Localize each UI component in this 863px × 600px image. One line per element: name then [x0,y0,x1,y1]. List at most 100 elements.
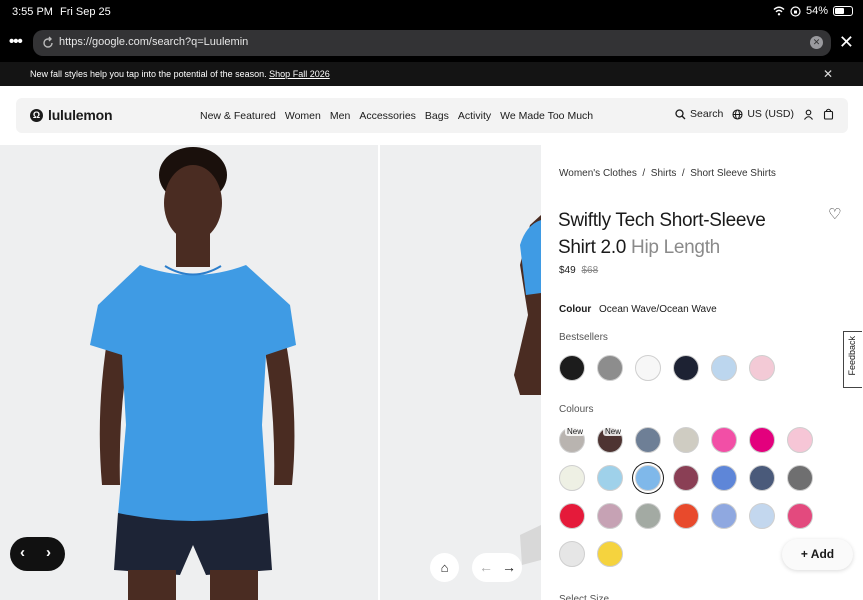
nav-utilities: Search US (USD) [675,108,834,120]
nav-item-new-featured[interactable]: New & Featured [200,110,276,122]
nav-item-activity[interactable]: Activity [458,110,491,122]
battery-percent: 54% [805,5,828,17]
new-badge: New [603,427,624,436]
new-badge: New [565,427,586,436]
promo-link[interactable]: Shop Fall 2026 [269,69,330,79]
currency-label: US (USD) [747,108,794,120]
colour-swatch-1-3[interactable] [635,427,661,453]
colour-swatch-4-2[interactable] [597,541,623,567]
colour-swatch-2-3[interactable] [635,465,661,491]
bestseller-swatch-2[interactable] [597,355,623,381]
hanger-icon[interactable]: ⌂ [430,553,459,582]
colour-swatch-2-1[interactable] [559,465,585,491]
image-carousel-nav: ‹ › [10,537,65,571]
colour-swatch-2-6[interactable] [749,465,775,491]
breadcrumb-short-sleeve-shirts[interactable]: Short Sleeve Shirts [690,168,776,179]
bestsellers-label: Bestsellers [559,332,608,343]
site-header: Ω lululemon New & Featured Women Men Acc… [0,86,863,144]
product-image-side[interactable] [380,145,541,600]
bestseller-swatch-3[interactable] [635,355,661,381]
status-indicators: 54% [773,5,853,17]
breadcrumb: Women's Clothes / Shirts / Short Sleeve … [559,168,776,179]
add-button[interactable]: + Add [782,539,853,570]
colour-swatch-2-4[interactable] [673,465,699,491]
nav-item-we-made-too-much[interactable]: We Made Too Much [500,110,593,122]
browser-toolbar: ••• https://google.com/search?q=Luulemin… [0,26,863,62]
search-label: Search [690,108,724,120]
nav-item-accessories[interactable]: Accessories [359,110,416,122]
globe-icon [732,108,743,120]
current-price: $49 [559,265,576,276]
colour-swatch-1-2[interactable]: New [597,427,624,453]
colour-swatch-3-3[interactable] [635,503,661,529]
breadcrumb-womens-clothes[interactable]: Women's Clothes [559,168,637,179]
nav-item-bags[interactable]: Bags [425,110,449,122]
main-nav: Ω lululemon New & Featured Women Men Acc… [16,98,848,133]
price: $49 $68 [559,265,598,276]
add-label: Add [810,547,835,561]
currency-selector[interactable]: US (USD) [732,108,794,120]
logo-mark-icon: Ω [30,108,43,122]
colour-swatch-3-2[interactable] [597,503,623,529]
next-image-button[interactable]: › [46,544,51,561]
feedback-tab[interactable]: Feedback [843,331,862,388]
colour-swatch-2-2[interactable] [597,465,623,491]
product-image-front[interactable] [0,145,378,600]
colour-swatch-4-1[interactable] [559,541,585,567]
model-illustration [90,147,296,600]
reload-icon[interactable] [41,36,55,50]
colour-swatch-1-4[interactable] [673,427,699,453]
ellipsis-icon[interactable]: ••• [9,33,23,50]
colours-label: Colours [559,404,594,415]
promo-banner: New fall styles help you tap into the po… [0,62,863,86]
product-title: Swiftly Tech Short-Sleeve Shirt 2.0 Hip … [558,207,808,261]
colour-swatch-2-7[interactable] [787,465,813,491]
size-label: Select Size [559,594,610,600]
breadcrumb-shirts[interactable]: Shirts [651,168,677,179]
search-icon [675,108,686,119]
url-text[interactable]: https://google.com/search?q=Luulemin [59,36,248,48]
colour-label: Colour [559,304,592,315]
colour-swatch-3-5[interactable] [711,503,737,529]
colour-value: Ocean Wave/Ocean Wave [599,304,717,315]
promo-text-wrap: New fall styles help you tap into the po… [30,69,330,79]
logo[interactable]: Ω lululemon [30,107,113,123]
orientation-lock-icon [790,5,801,17]
colour-swatch-1-6[interactable] [749,427,775,453]
colour-swatch-3-6[interactable] [749,503,775,529]
address-bar[interactable]: https://google.com/search?q=Luulemin ✕ [33,30,831,56]
colour-swatch-3-7[interactable] [787,503,813,529]
nav-item-women[interactable]: Women [285,110,321,122]
feedback-label: Feedback [847,336,857,376]
model-side-illustration [514,215,541,565]
colour-swatch-1-7[interactable] [787,427,813,453]
previous-image-button[interactable]: ‹ [20,544,25,561]
clear-url-icon[interactable]: ✕ [810,36,823,49]
bag-icon[interactable] [823,108,834,120]
colour-swatch-1-1[interactable]: New [559,427,586,453]
bestseller-swatch-6[interactable] [749,355,775,381]
account-icon[interactable] [803,109,814,120]
nav-item-men[interactable]: Men [330,110,350,122]
colour-swatch-2-5[interactable] [711,465,737,491]
nav-menu: New & Featured Women Men Accessories Bag… [200,110,593,122]
wifi-icon [773,6,785,16]
status-bar: 3:55 PM Fri Sep 25 54% [0,0,863,26]
bestseller-swatch-4[interactable] [673,355,699,381]
arrow-right-icon[interactable]: → [502,559,516,575]
battery-icon [833,6,853,16]
bestseller-swatch-5[interactable] [711,355,737,381]
colour-swatch-3-4[interactable] [673,503,699,529]
close-icon[interactable]: ✕ [839,31,854,53]
promo-close-icon[interactable]: ✕ [823,67,833,81]
arrow-left-icon[interactable]: ← [479,559,493,575]
status-time: 3:55 PM [12,6,53,18]
colour-swatch-3-1[interactable] [559,503,585,529]
wishlist-heart-icon[interactable]: ♡ [828,205,841,223]
bestseller-swatch-1[interactable] [559,355,585,381]
colour-swatch-1-5[interactable] [711,427,737,453]
battery-fill [835,8,844,14]
selected-colour: Colour Ocean Wave/Ocean Wave [559,304,717,315]
search-button[interactable]: Search [675,108,723,120]
promo-text: New fall styles help you tap into the po… [30,69,267,79]
